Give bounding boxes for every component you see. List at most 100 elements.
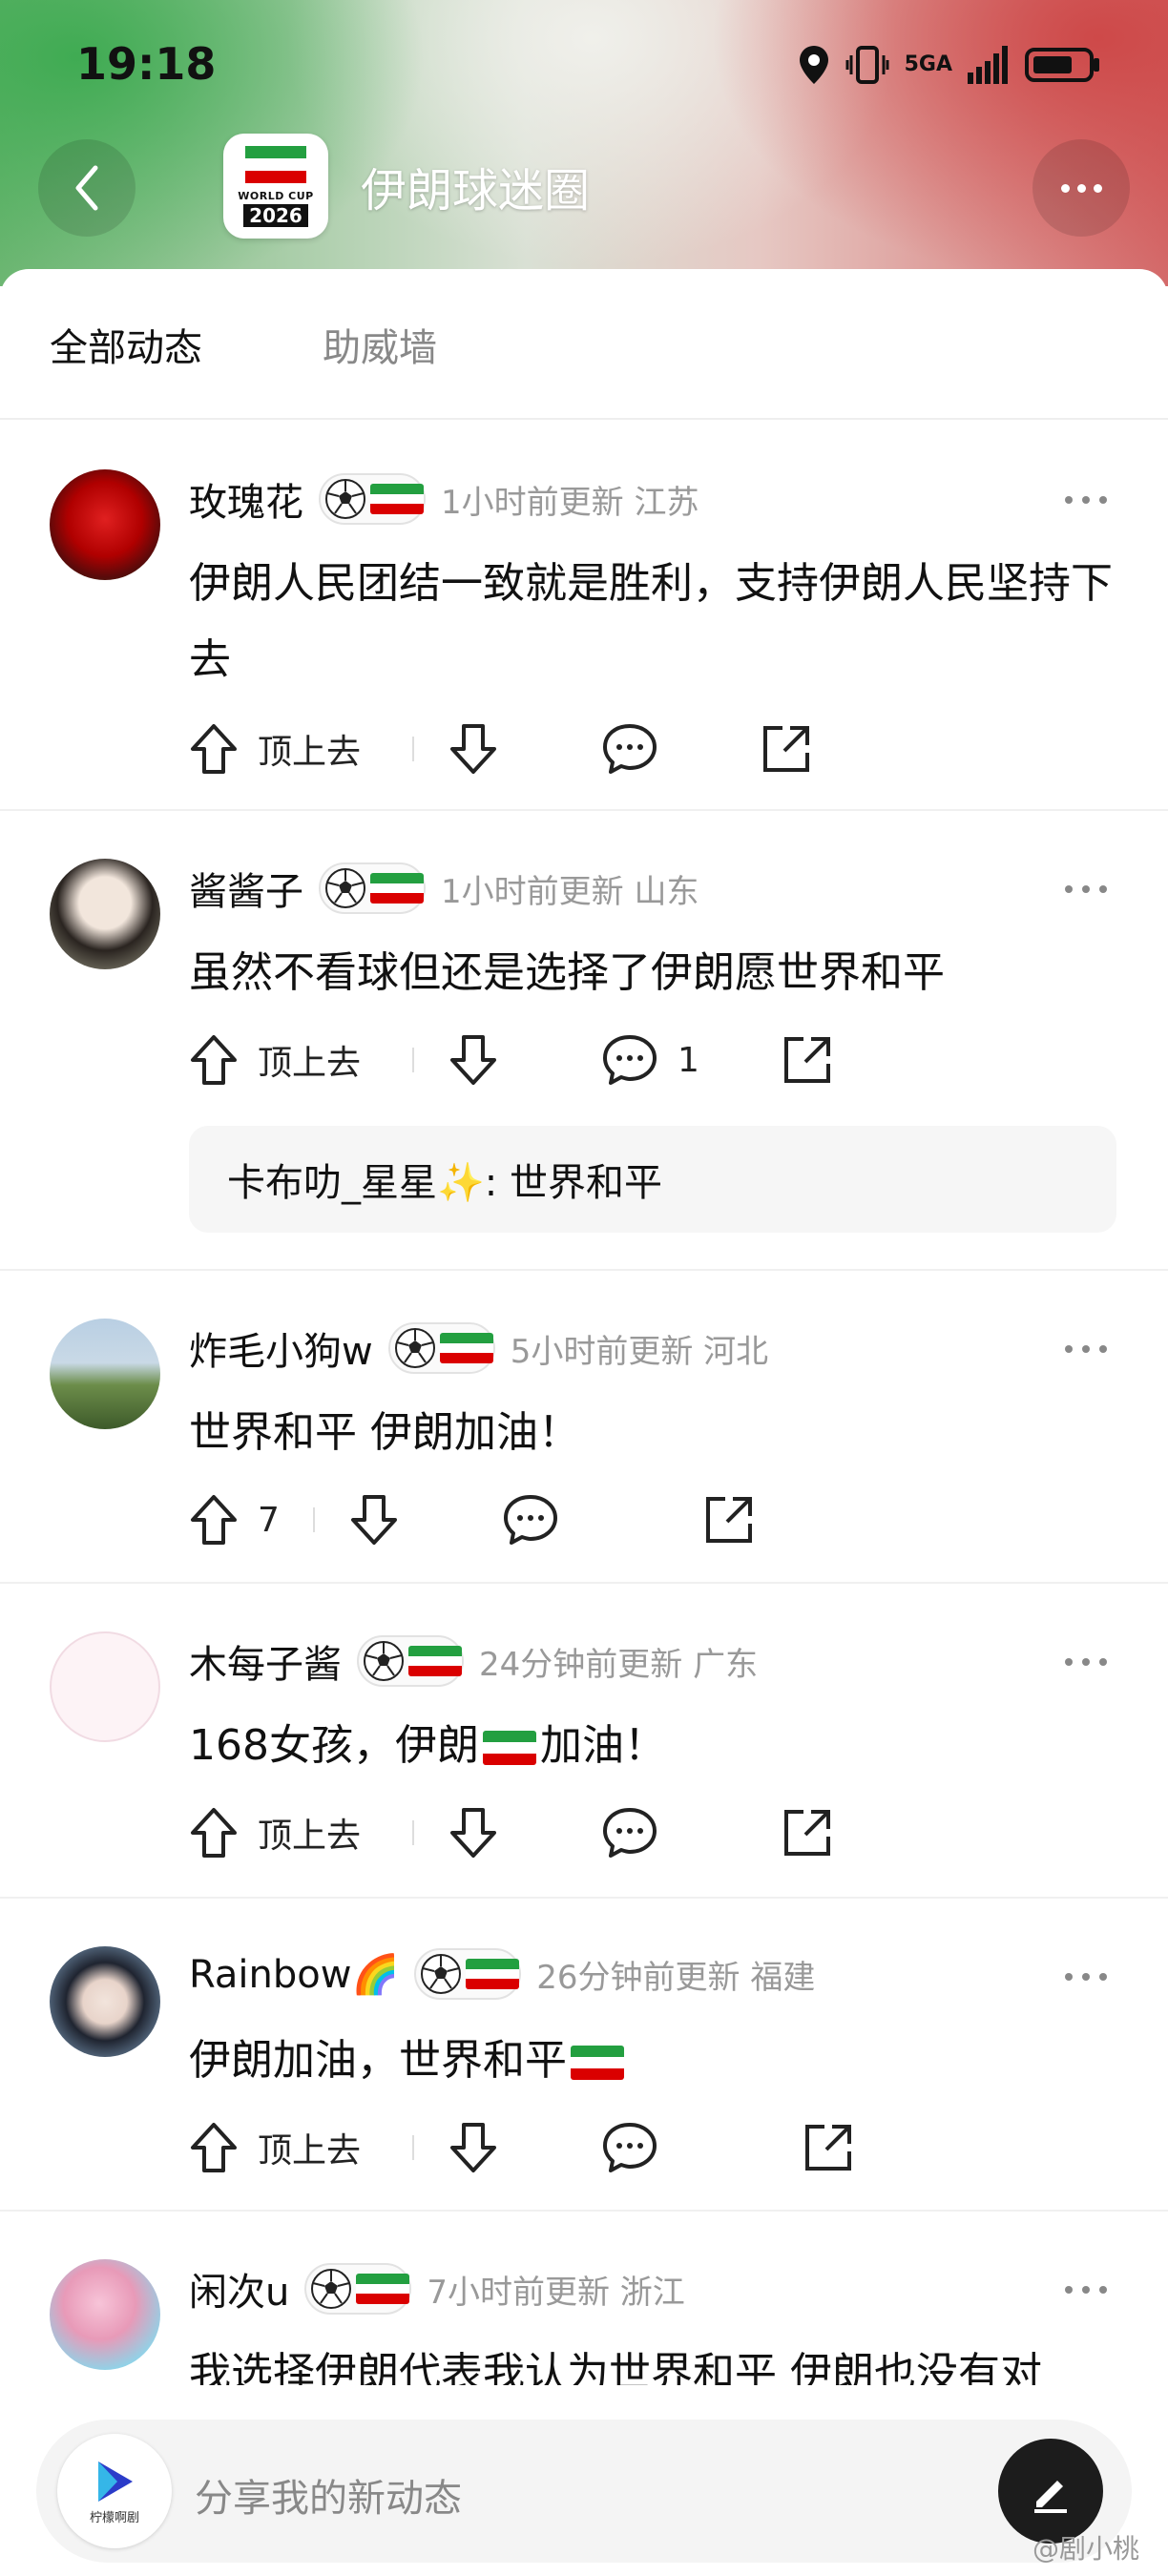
downvote-button[interactable] (448, 716, 498, 782)
downvote-button[interactable] (448, 1799, 498, 1866)
post-more-button[interactable] (1065, 2286, 1107, 2294)
share-button[interactable] (702, 1486, 756, 1553)
post-actions: 顶上去 (189, 1799, 1048, 1866)
tab-all-posts[interactable]: 全部动态 (50, 317, 202, 372)
upvote-count: 7 (258, 1500, 280, 1540)
team-badge (319, 473, 426, 525)
more-options-button[interactable] (1032, 139, 1130, 237)
battery-icon (1025, 48, 1099, 82)
composer-placeholder: 分享我的新动态 (195, 2477, 462, 2521)
tab-bar: 全部动态 助威墙 (0, 269, 1168, 420)
composer-input[interactable]: 柠檬啊剧 分享我的新动态 (36, 2420, 1132, 2563)
arrow-down-icon (450, 1808, 496, 1858)
comment-button[interactable] (502, 1486, 559, 1553)
logo-text-top: WORLD CUP (238, 189, 314, 202)
user-name[interactable]: 闲次u (189, 2261, 289, 2316)
dot (1093, 183, 1102, 193)
comment-button[interactable]: 1 (601, 1027, 699, 1093)
user-name[interactable]: Rainbow🌈 (189, 1952, 399, 1997)
avatar[interactable] (50, 1946, 160, 2057)
post-more-button[interactable] (1065, 1973, 1107, 1981)
team-badge (387, 1322, 495, 1374)
post-text-before: 168女孩，伊朗 (189, 1721, 479, 1770)
user-name[interactable]: 酱酱子 (189, 861, 303, 916)
post-item: 木每子酱 24分钟前更新 广东 168女孩，伊朗 加油！ 顶上去 (0, 1584, 1168, 1899)
share-button[interactable] (781, 1027, 834, 1093)
share-icon (805, 2125, 851, 2171)
dot (1060, 183, 1070, 193)
post-meta: 24分钟前更新 广东 (479, 1645, 759, 1684)
comment-icon (504, 1495, 557, 1545)
iran-flag-emoji (571, 2046, 624, 2080)
arrow-up-icon (191, 1495, 237, 1545)
downvote-button[interactable] (448, 2114, 498, 2181)
post-text: 虽然不看球但还是选择了伊朗愿世界和平 (189, 948, 945, 997)
upvote-button[interactable]: 7 (189, 1486, 280, 1553)
network-label: 5GA (904, 52, 952, 76)
divider (412, 1048, 414, 1072)
status-icons: 5GA (798, 44, 1101, 86)
soccer-ball-icon (394, 1328, 435, 1368)
avatar[interactable] (50, 1319, 160, 1429)
pen-icon (1034, 2481, 1067, 2513)
post-item: 炸毛小狗w 5小时前更新 河北 世界和平 伊朗加油！ 7 (0, 1271, 1168, 1584)
upvote-label: 顶上去 (258, 1817, 362, 1856)
watermark: @剧小桃 (1032, 2533, 1139, 2565)
avatar[interactable] (50, 469, 160, 580)
reply-preview[interactable]: 卡布叻_星星✨: 世界和平 (189, 1126, 1116, 1233)
content-sheet: 全部动态 助威墙 玫瑰花 1小时前更新 江苏 伊朗人民团结一致就是胜利，支持伊朗… (0, 269, 1168, 2576)
share-button[interactable] (760, 716, 813, 782)
iran-flag-icon (408, 1646, 462, 1676)
post-more-button[interactable] (1065, 885, 1107, 893)
avatar[interactable] (50, 2259, 160, 2370)
app-logo-label: 柠檬啊剧 (89, 2510, 139, 2525)
downvote-button[interactable] (448, 1027, 498, 1093)
signal-icon (968, 46, 1008, 84)
upvote-button[interactable]: 顶上去 (189, 1027, 361, 1093)
upvote-label: 顶上去 (258, 2131, 362, 2171)
upvote-label: 顶上去 (258, 1044, 362, 1083)
upvote-button[interactable]: 顶上去 (189, 1799, 361, 1866)
back-button[interactable] (38, 139, 136, 237)
user-name[interactable]: 玫瑰花 (189, 471, 303, 527)
post-header: 玫瑰花 1小时前更新 江苏 (189, 471, 699, 527)
divider (412, 2135, 414, 2160)
share-button[interactable] (802, 2114, 855, 2181)
iran-flag-icon (245, 145, 306, 184)
tab-cheer-wall[interactable]: 助威墙 (323, 317, 437, 372)
avatar[interactable] (50, 859, 160, 969)
comment-button[interactable] (601, 716, 658, 782)
soccer-ball-icon (311, 2269, 352, 2309)
post-more-button[interactable] (1065, 1658, 1107, 1666)
post-text: 伊朗加油，世界和平 (189, 2023, 1124, 2099)
app-logo: 柠檬啊剧 (57, 2434, 172, 2548)
post-text: 世界和平 伊朗加油！ (189, 1408, 580, 1457)
upvote-button[interactable]: 顶上去 (189, 716, 361, 782)
user-name[interactable]: 木每子酱 (189, 1633, 342, 1689)
downvote-button[interactable] (349, 1486, 399, 1553)
post-meta: 1小时前更新 山东 (441, 872, 699, 911)
status-time: 19:18 (76, 38, 217, 90)
post-more-button[interactable] (1065, 496, 1107, 504)
post-actions: 7 (189, 1486, 1048, 1553)
arrow-down-icon (351, 1495, 397, 1545)
upvote-button[interactable]: 顶上去 (189, 2114, 361, 2181)
share-icon (784, 1810, 830, 1856)
avatar[interactable] (50, 1631, 160, 1742)
post-item: 酱酱子 1小时前更新 山东 虽然不看球但还是选择了伊朗愿世界和平 顶上去 1 卡… (0, 811, 1168, 1271)
dot (1076, 183, 1086, 193)
post-item: Rainbow🌈 26分钟前更新 福建 伊朗加油，世界和平 顶上去 (0, 1899, 1168, 2212)
divider (313, 1507, 315, 1532)
comment-button[interactable] (601, 2114, 658, 2181)
post-text-after: 加油！ (539, 1721, 666, 1770)
comment-icon (603, 1808, 657, 1858)
post-actions: 顶上去 (189, 716, 1048, 782)
comment-button[interactable] (601, 1799, 658, 1866)
user-name[interactable]: 炸毛小狗w (189, 1320, 373, 1376)
share-icon (784, 1037, 830, 1083)
post-actions: 顶上去 1 (189, 1027, 1048, 1093)
composer-bar: 柠檬啊剧 分享我的新动态 (0, 2385, 1168, 2576)
team-badge (304, 2263, 412, 2315)
share-button[interactable] (781, 1799, 834, 1866)
post-more-button[interactable] (1065, 1345, 1107, 1353)
